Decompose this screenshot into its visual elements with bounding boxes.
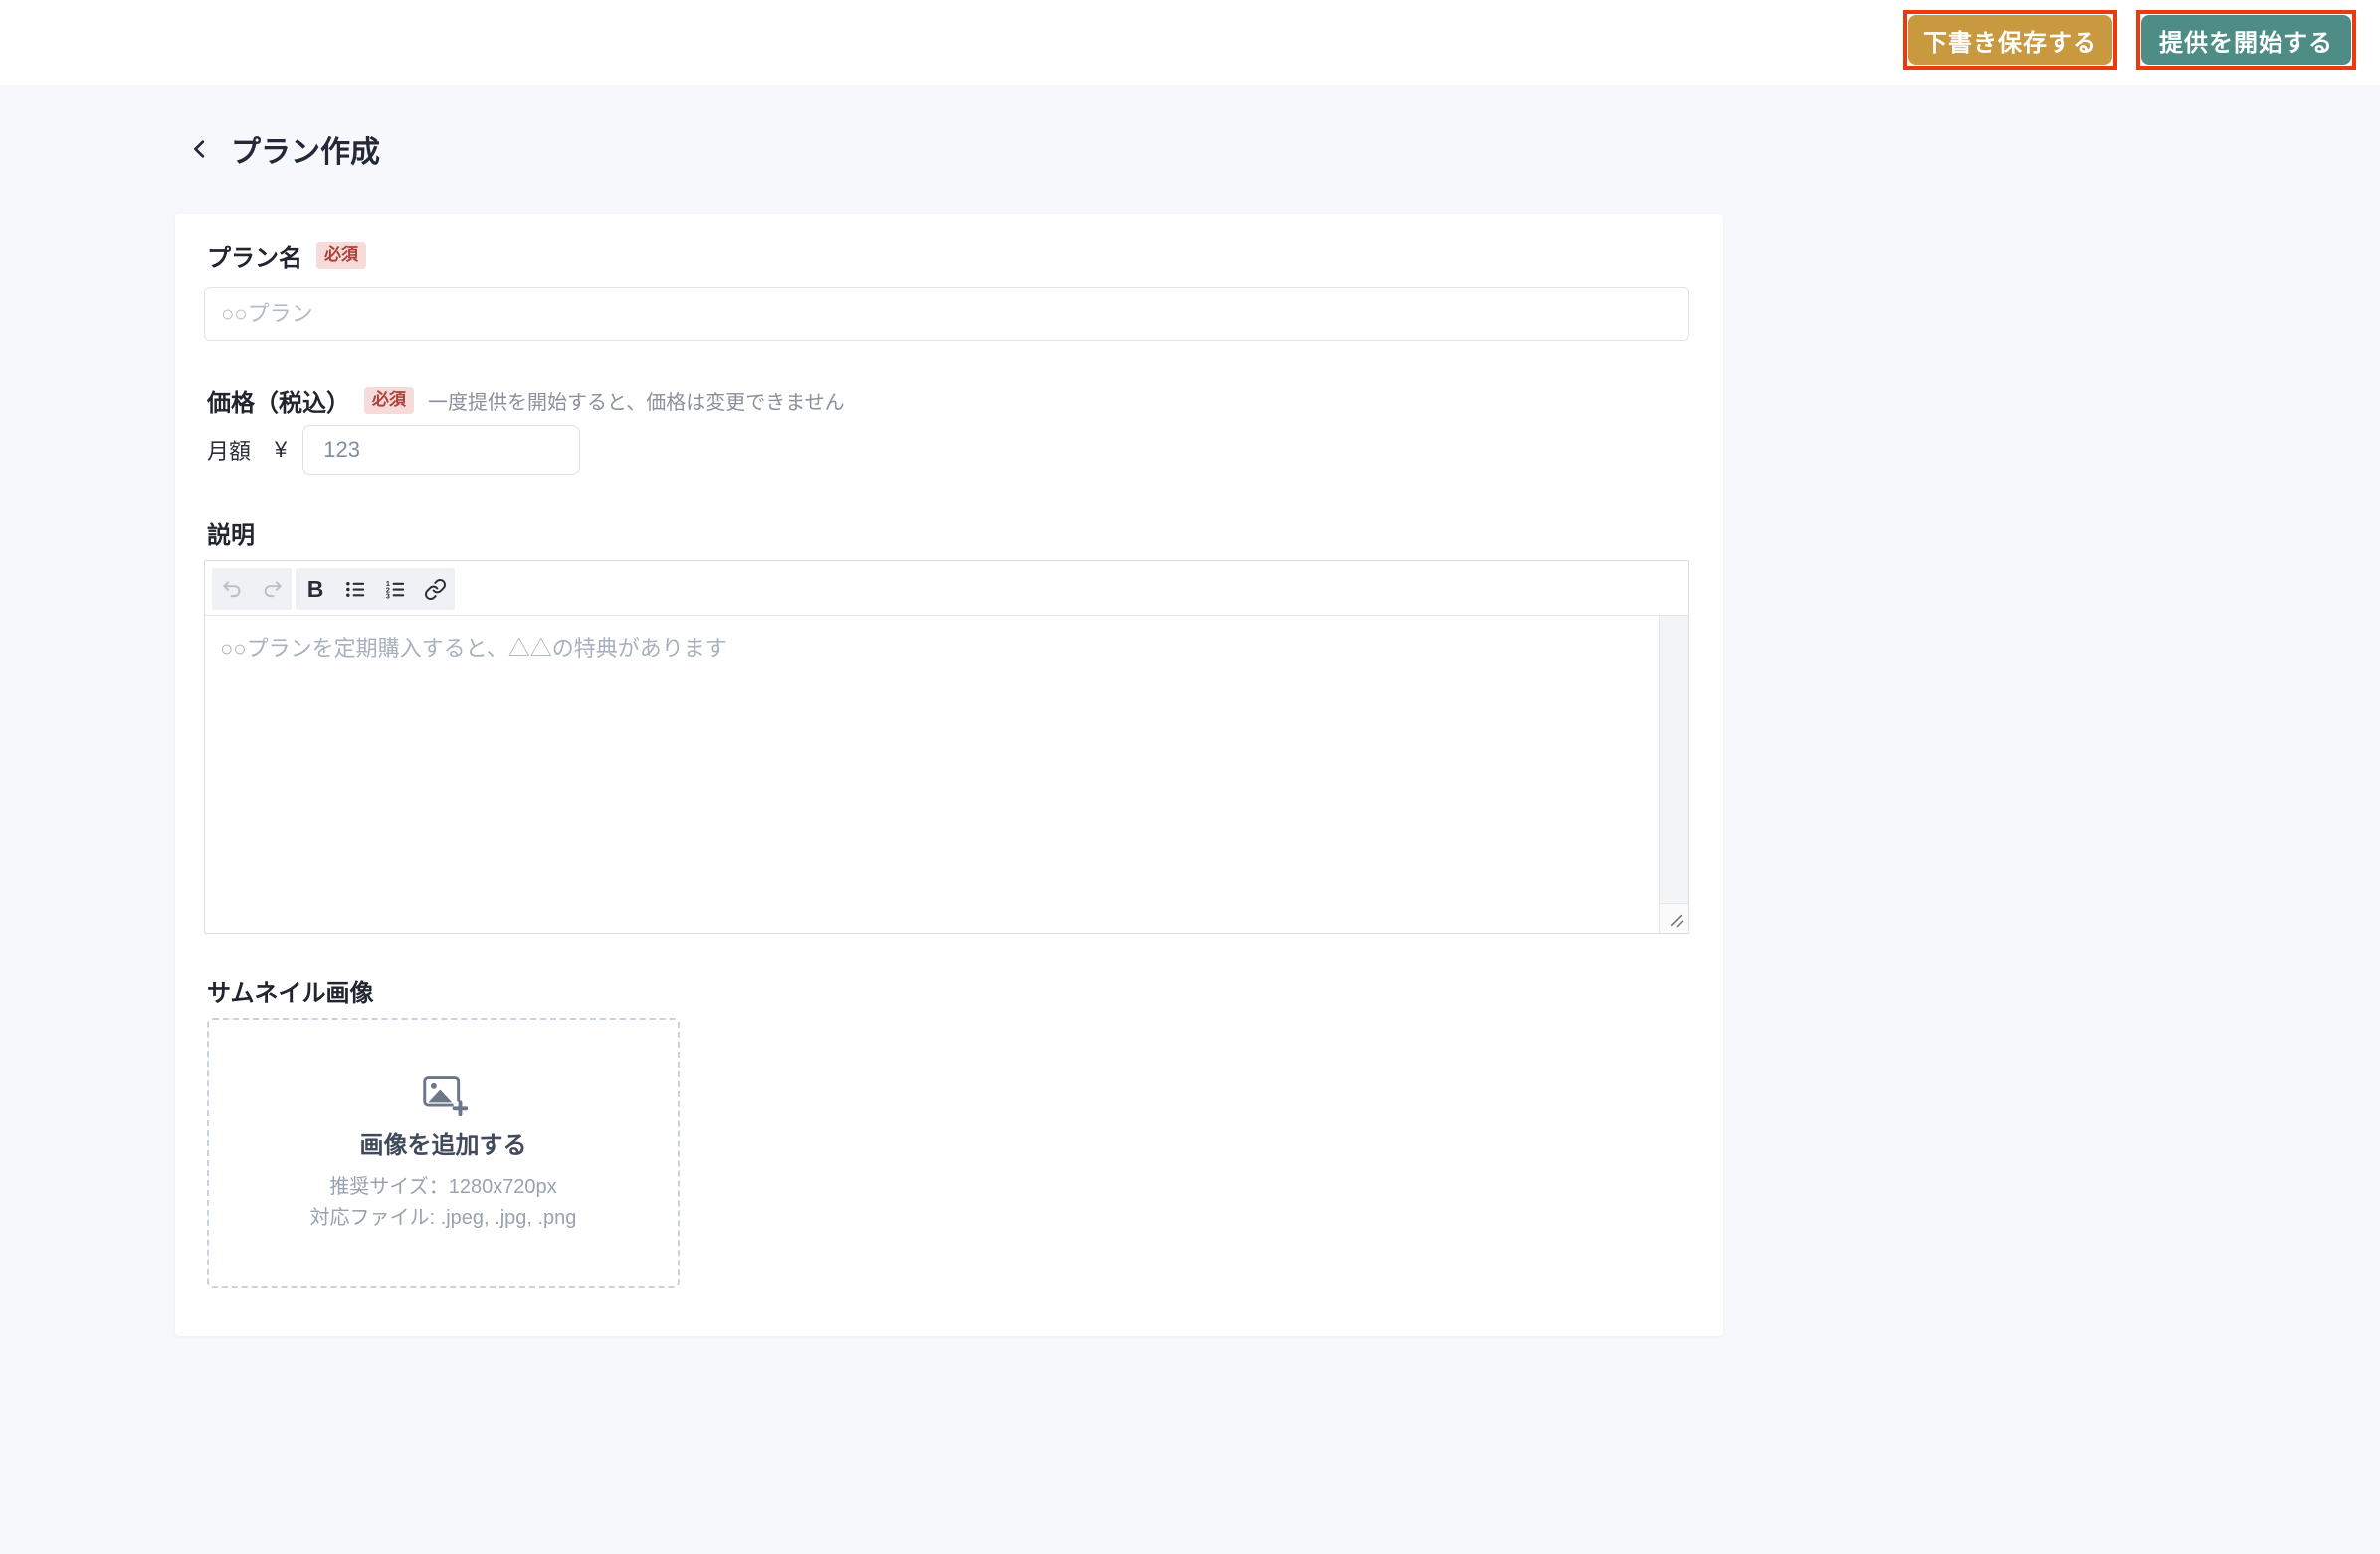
redo-button[interactable]	[252, 568, 292, 610]
plan-form-card: プラン名 必須 価格（税込） 必須 一度提供を開始すると、価格は変更できません …	[175, 214, 1723, 1336]
upload-hints: 推奨サイズ：1280x720px 対応ファイル: .jpeg, .jpg, .p…	[310, 1172, 577, 1234]
svg-text:3: 3	[385, 592, 389, 600]
ordered-list-button[interactable]: 1 2 3	[375, 568, 415, 610]
thumbnail-upload-dropzone[interactable]: 画像を追加する 推奨サイズ：1280x720px 対応ファイル: .jpeg, …	[207, 1018, 680, 1288]
link-button[interactable]	[415, 568, 455, 610]
editor-scrollbar[interactable]	[1659, 616, 1688, 904]
undo-button[interactable]	[212, 568, 252, 610]
required-badge: 必須	[316, 242, 366, 269]
thumbnail-label: サムネイル画像	[207, 980, 374, 1007]
redo-icon	[261, 578, 284, 601]
price-input[interactable]	[302, 425, 581, 475]
bullet-list-button[interactable]	[335, 568, 375, 610]
link-icon	[424, 578, 447, 601]
required-badge: 必須	[364, 387, 414, 414]
page-title-row: プラン作成	[187, 127, 380, 171]
description-textarea[interactable]: ○○プランを定期購入すると、△△の特典があります	[205, 616, 1659, 933]
ordered-list-icon: 1 2 3	[384, 578, 407, 601]
file-hint: 対応ファイル: .jpeg, .jpg, .png	[309, 1206, 577, 1229]
annotation-box-start-offering: 提供を開始する	[2136, 10, 2356, 70]
description-placeholder: ○○プランを定期購入すると、△△の特典があります	[220, 636, 727, 661]
add-image-icon	[420, 1073, 468, 1117]
undo-icon	[221, 578, 244, 601]
price-period-label: 月額	[207, 439, 252, 464]
resize-grip-icon	[1668, 912, 1685, 929]
description-label: 説明	[207, 522, 255, 549]
toolbar-history-group	[212, 568, 292, 610]
plan-name-label: プラン名	[207, 245, 302, 272]
top-header-bar: 下書き保存する 提供を開始する	[0, 0, 2380, 85]
plan-name-input[interactable]	[204, 287, 1689, 341]
price-note: 一度提供を開始すると、価格は変更できません	[428, 392, 845, 414]
currency-symbol: ¥	[275, 437, 288, 462]
description-editor: B 1 2 3 ○○プランを定期購入すると、△△の特典があります	[204, 560, 1689, 934]
annotation-box-save-draft: 下書き保存する	[1903, 10, 2117, 70]
back-button[interactable]	[187, 133, 215, 165]
add-image-label: 画像を追加する	[359, 1131, 527, 1159]
size-hint: 推奨サイズ：1280x720px	[329, 1175, 557, 1198]
toolbar-format-group: B 1 2 3	[296, 568, 455, 610]
plan-name-label-row: プラン名 必須	[207, 238, 366, 273]
price-label: 価格（税込）	[207, 390, 350, 417]
save-draft-button[interactable]: 下書き保存する	[1908, 15, 2112, 65]
plan-create-page: 下書き保存する 提供を開始する プラン作成 プラン名 必須 価格（税込） 必須	[0, 0, 2380, 1554]
page-title: プラン作成	[231, 136, 380, 169]
start-offering-button[interactable]: 提供を開始する	[2141, 15, 2351, 65]
bold-button[interactable]: B	[296, 568, 335, 610]
price-input-row: 月額 ¥	[207, 425, 581, 475]
chevron-left-icon	[190, 137, 212, 161]
editor-toolbar: B 1 2 3	[212, 568, 455, 610]
bullet-list-icon	[344, 578, 367, 601]
editor-resize-handle[interactable]	[1659, 903, 1688, 933]
price-label-row: 価格（税込） 必須 一度提供を開始すると、価格は変更できません	[207, 383, 845, 418]
